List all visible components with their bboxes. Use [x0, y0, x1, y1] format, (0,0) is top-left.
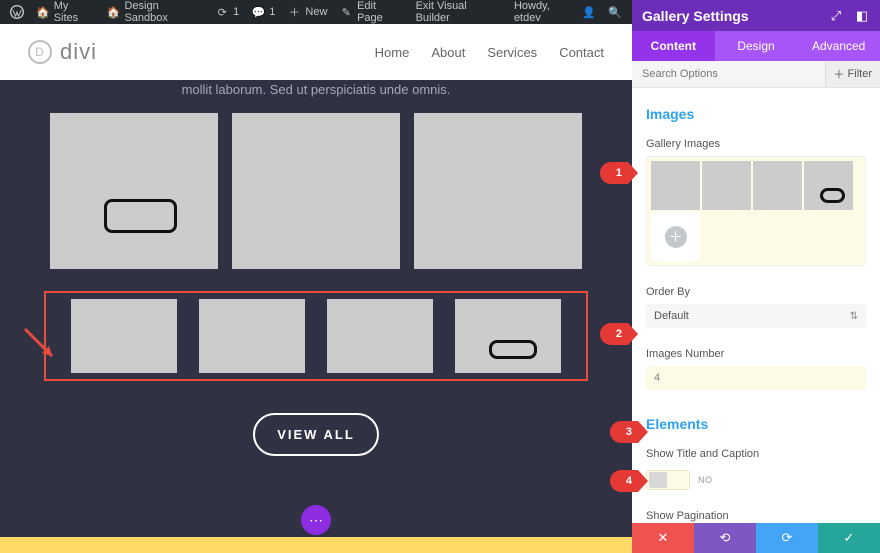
toggle-show-title[interactable]: [646, 470, 690, 490]
add-image-cell: ＋: [651, 212, 700, 261]
thumb-image[interactable]: [199, 299, 305, 373]
search-icon[interactable]: 🔍: [602, 0, 628, 24]
gallery-image[interactable]: [50, 113, 218, 269]
my-sites-link[interactable]: 🏠My Sites: [30, 0, 101, 24]
wp-admin-bar: 🏠My Sites 🏠Design Sandbox ⟳1 💬1 ＋New ✎Ed…: [0, 0, 632, 24]
thumb-image[interactable]: [71, 299, 177, 373]
undo-button[interactable]: ⟲: [694, 523, 756, 553]
callout-badge: 1: [600, 162, 628, 184]
tab-advanced[interactable]: Advanced: [797, 31, 880, 61]
logo-icon: D: [28, 40, 52, 64]
gallery-thumbs-highlight: [44, 291, 588, 381]
tab-content[interactable]: Content: [632, 31, 715, 61]
save-button[interactable]: ✓: [818, 523, 880, 553]
exit-vb-link[interactable]: Exit Visual Builder: [410, 0, 508, 24]
check-icon: ✓: [844, 530, 855, 546]
panel-title: Gallery Settings: [642, 8, 749, 24]
panel-search: ＋Filter: [632, 61, 880, 88]
label-orderby: Order By: [646, 280, 866, 304]
label-show-title: Show Title and Caption: [646, 442, 866, 466]
callout-badge: 2: [600, 323, 628, 345]
panel-body: Images Gallery Images ＋ Order By Default…: [632, 88, 880, 523]
gallery-main: [44, 113, 588, 269]
snap-icon[interactable]: ◧: [854, 8, 870, 24]
close-icon: ✕: [658, 530, 669, 546]
new-content-link[interactable]: ＋New: [281, 0, 333, 24]
toggle-show-title-value: NO: [698, 475, 713, 485]
site-header: D divi Home About Services Contact: [0, 24, 632, 80]
comments-link[interactable]: 💬1: [245, 0, 281, 24]
cancel-button[interactable]: ✕: [632, 523, 694, 553]
gallery-thumb[interactable]: [651, 161, 700, 210]
gallery-thumb[interactable]: [804, 161, 853, 210]
redo-button[interactable]: ⟳: [756, 523, 818, 553]
panel-tabs: Content Design Advanced: [632, 31, 880, 61]
section-elements: Elements: [646, 408, 866, 442]
site-name-link[interactable]: 🏠Design Sandbox: [101, 0, 209, 24]
gallery-thumb[interactable]: [702, 161, 751, 210]
callout-badge: 4: [610, 470, 638, 492]
images-number-field[interactable]: [646, 366, 866, 390]
panel-header: Gallery Settings ⤢ ◧: [632, 0, 880, 31]
undo-icon: ⟲: [720, 530, 731, 546]
label-images-number: Images Number: [646, 342, 866, 366]
tab-design[interactable]: Design: [715, 31, 798, 61]
panel-footer: ✕ ⟲ ⟳ ✓: [632, 523, 880, 553]
add-image-button[interactable]: ＋: [665, 226, 687, 248]
images-number-input[interactable]: [654, 372, 858, 384]
chevron-updown-icon: ⇅: [850, 311, 858, 322]
wp-logo-icon[interactable]: [4, 0, 30, 24]
callout-badge: 3: [610, 421, 638, 443]
edit-page-link[interactable]: ✎Edit Page: [333, 0, 409, 24]
orderby-select[interactable]: Default ⇅: [646, 304, 866, 328]
hero-caption: mollit laborum. Sed ut perspiciatis unde…: [44, 80, 588, 107]
plus-icon: ＋: [834, 66, 845, 82]
nav-home[interactable]: Home: [375, 45, 410, 60]
section-images: Images: [646, 98, 866, 132]
settings-panel: Gallery Settings ⤢ ◧ Content Design Adva…: [632, 0, 880, 553]
gallery-image[interactable]: [414, 113, 582, 269]
gallery-thumb[interactable]: [753, 161, 802, 210]
gallery-image[interactable]: [232, 113, 400, 269]
site-logo[interactable]: D divi: [28, 39, 97, 65]
divi-fab-icon[interactable]: ⋯: [301, 505, 331, 535]
updates-link[interactable]: ⟳1: [209, 0, 245, 24]
footer-accent: [0, 537, 632, 553]
nav-services[interactable]: Services: [487, 45, 537, 60]
search-input[interactable]: [632, 61, 825, 87]
label-gallery-images: Gallery Images: [646, 132, 866, 156]
page-content: mollit laborum. Sed ut perspiciatis unde…: [0, 80, 632, 537]
nav-contact[interactable]: Contact: [559, 45, 604, 60]
filter-button[interactable]: ＋Filter: [825, 61, 880, 87]
thumb-image[interactable]: [455, 299, 561, 373]
thumb-image[interactable]: [327, 299, 433, 373]
redo-icon: ⟳: [782, 530, 793, 546]
user-greeting[interactable]: Howdy, etdev 👤: [508, 0, 602, 24]
logo-text: divi: [60, 39, 97, 65]
annotation-arrow-icon: [22, 326, 62, 366]
primary-nav: Home About Services Contact: [375, 45, 604, 60]
view-all-button[interactable]: VIEW ALL: [253, 413, 379, 456]
orderby-value: Default: [654, 310, 689, 322]
gallery-images-field: ＋: [646, 156, 866, 266]
expand-icon[interactable]: ⤢: [828, 8, 844, 24]
label-show-pagination: Show Pagination: [646, 504, 866, 523]
nav-about[interactable]: About: [431, 45, 465, 60]
